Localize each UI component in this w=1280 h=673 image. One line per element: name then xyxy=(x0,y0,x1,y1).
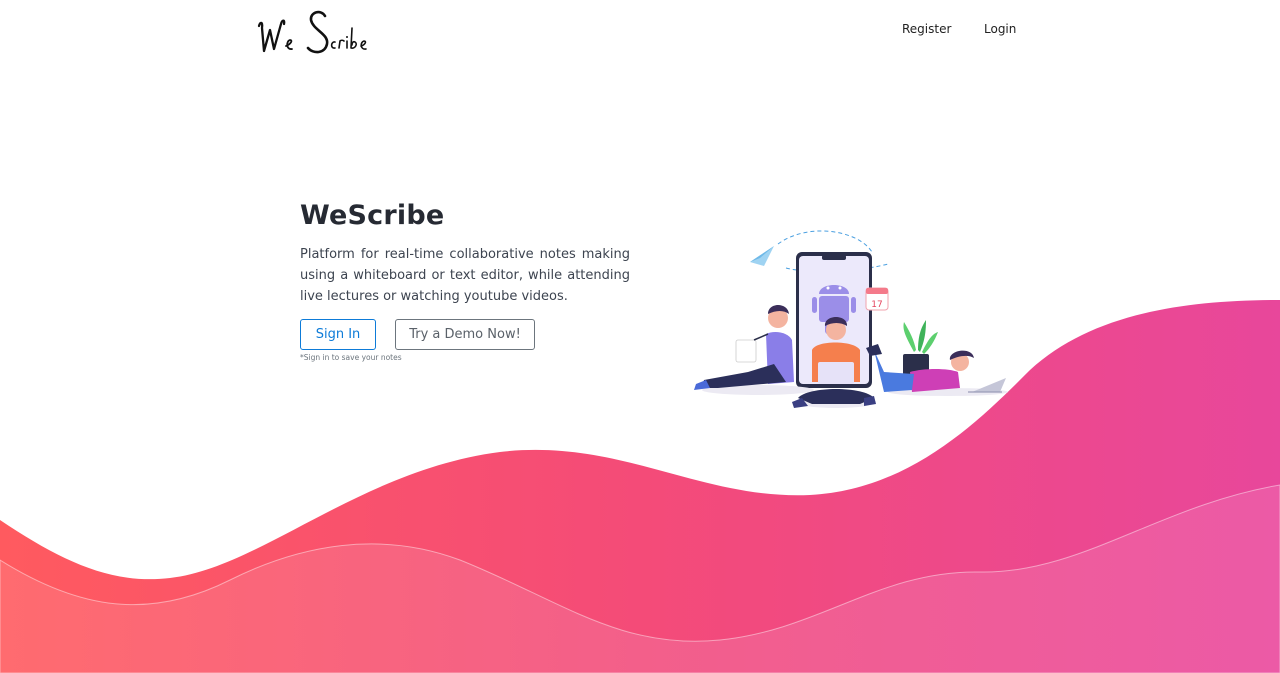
navbar: Register Login xyxy=(0,0,1280,62)
landing-page: Register Login WeScribe Platform for rea… xyxy=(0,0,1280,673)
person-lying-icon xyxy=(866,344,1008,396)
plant-icon xyxy=(903,320,938,376)
background-waves xyxy=(0,300,1280,673)
nav-register-link[interactable]: Register xyxy=(902,22,951,36)
wescribe-logo[interactable] xyxy=(255,4,391,58)
hero-illustration: 17 xyxy=(694,230,1008,408)
hero-section: WeScribe Platform for real-time collabor… xyxy=(300,200,630,307)
sign-in-hint: *Sign in to save your notes xyxy=(300,353,402,362)
paper-plane-icon xyxy=(750,246,774,266)
hero-title: WeScribe xyxy=(300,200,445,231)
calendar-icon: 17 xyxy=(865,287,889,311)
hero-description: Platform for real-time collaborative not… xyxy=(300,247,630,304)
calendar-number: 17 xyxy=(871,300,882,310)
try-demo-button[interactable]: Try a Demo Now! xyxy=(395,319,535,350)
nav-login-link[interactable]: Login xyxy=(984,22,1016,36)
sign-in-button[interactable]: Sign In xyxy=(300,319,376,350)
